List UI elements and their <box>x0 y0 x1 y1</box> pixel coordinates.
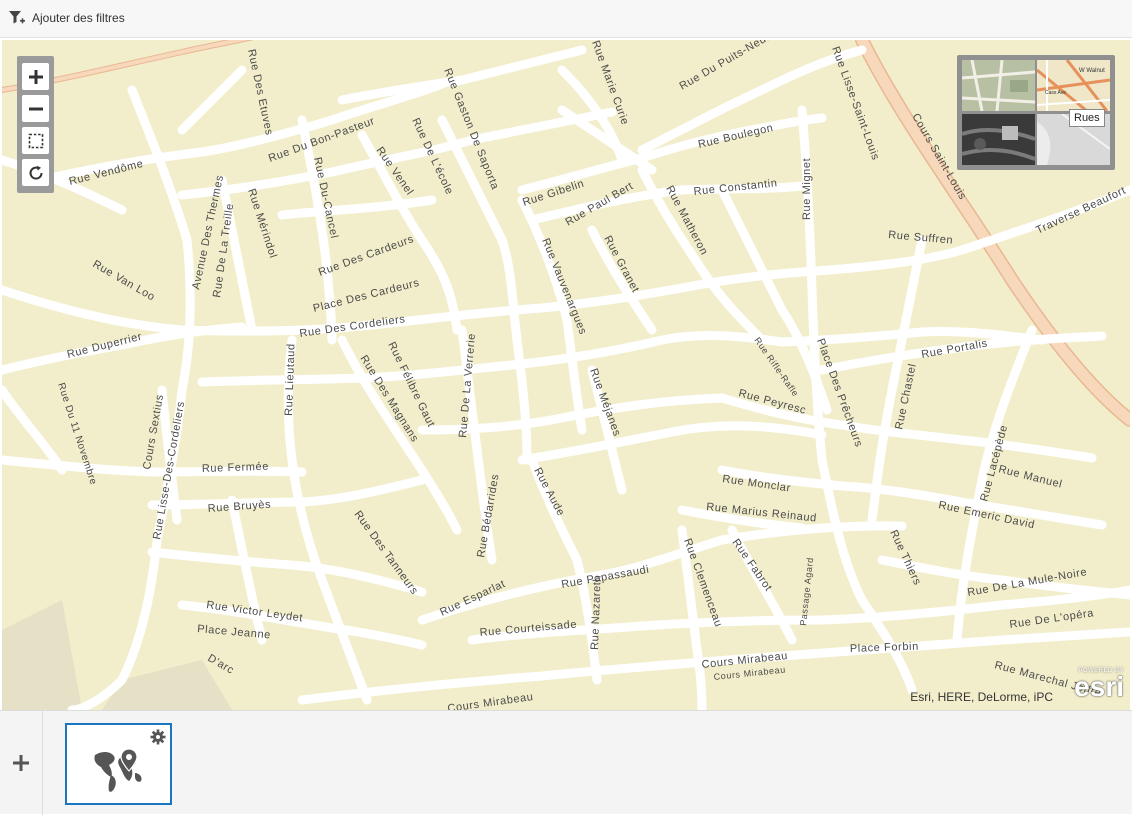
street-label: Rue Lieutaud <box>283 343 298 416</box>
gear-icon[interactable] <box>150 729 166 745</box>
imagery-thumbnail-icon <box>962 114 1035 165</box>
street-label: Rue Du Puits-Neuf <box>678 40 773 93</box>
add-filters-button[interactable]: Ajouter des filtres <box>8 8 125 28</box>
map-widget-card[interactable] <box>65 723 172 805</box>
esri-wordmark: esri <box>1074 671 1124 702</box>
street-label: Rue Fabrot <box>730 537 775 594</box>
street-label: Rue Des Cordeliers <box>299 313 406 340</box>
street-label: Rue Des Cardeurs <box>317 233 416 279</box>
street-label: Rue De L'opéra <box>1009 607 1095 631</box>
plus-icon <box>13 755 29 771</box>
map-attribution: Esri, HERE, DeLorme, iPC <box>910 690 1053 704</box>
street-label: Rue Nazareth <box>589 575 604 650</box>
basemap-thumb-imagery[interactable] <box>962 114 1035 165</box>
streets-thumbnail-icon: W Walnut Cass Ave <box>1037 60 1110 111</box>
map-tools-control <box>17 56 54 193</box>
street-label: Rue Van Loo <box>91 258 158 303</box>
basemap-tooltip: Rues <box>1069 109 1105 127</box>
street-label: D'arc <box>206 652 237 677</box>
minus-icon <box>28 107 43 110</box>
map-view[interactable]: Rue Des Etuves Rue Marie Curie Rue Du Pu… <box>2 40 1130 710</box>
refresh-icon <box>29 165 43 180</box>
plus-icon <box>28 69 43 84</box>
street-label: Rue Mignet <box>801 158 813 220</box>
select-box-icon <box>28 133 43 148</box>
esri-logo: POWERED BY esri <box>1066 668 1124 706</box>
zoom-to-area-button[interactable] <box>22 127 49 154</box>
street-label: Cours Mirabeau <box>447 691 534 710</box>
thumb-label: Cass Ave <box>1045 90 1066 96</box>
street-label: Rue Boulegon <box>697 122 775 151</box>
filter-add-icon <box>9 11 25 24</box>
basemap-thumb-imagery-hybrid[interactable] <box>962 60 1035 111</box>
reset-view-button[interactable] <box>22 159 49 186</box>
street-label: Rue Des Etuves <box>245 48 275 136</box>
street-label: Rue Des Magnans <box>357 353 420 444</box>
widget-bar <box>0 710 1132 815</box>
hybrid-thumbnail-icon <box>962 60 1035 111</box>
street-label: Place Forbin <box>850 641 919 655</box>
street-label: Rue Constantin <box>693 177 778 198</box>
street-label: Rue Fermée <box>202 461 270 475</box>
street-label: Rue Mérindol <box>245 187 279 260</box>
street-label: Rue Portalis <box>920 337 988 360</box>
thumb-label: W Walnut <box>1079 68 1105 74</box>
world-map-pin-icon <box>94 748 142 792</box>
top-toolbar: Ajouter des filtres <box>0 0 1132 38</box>
zoom-in-button[interactable] <box>22 63 49 90</box>
zoom-out-button[interactable] <box>22 95 49 122</box>
street-label: Traverse Beaufort <box>1034 184 1128 236</box>
park-area <box>2 600 82 710</box>
street-label: Rue Papassaudi <box>560 564 650 591</box>
street-label: Rue Manuel <box>997 463 1063 490</box>
basemap-thumb-streets[interactable]: W Walnut Cass Ave <box>1037 60 1110 111</box>
add-filters-label: Ajouter des filtres <box>32 11 125 25</box>
add-widget-button[interactable] <box>0 711 43 815</box>
